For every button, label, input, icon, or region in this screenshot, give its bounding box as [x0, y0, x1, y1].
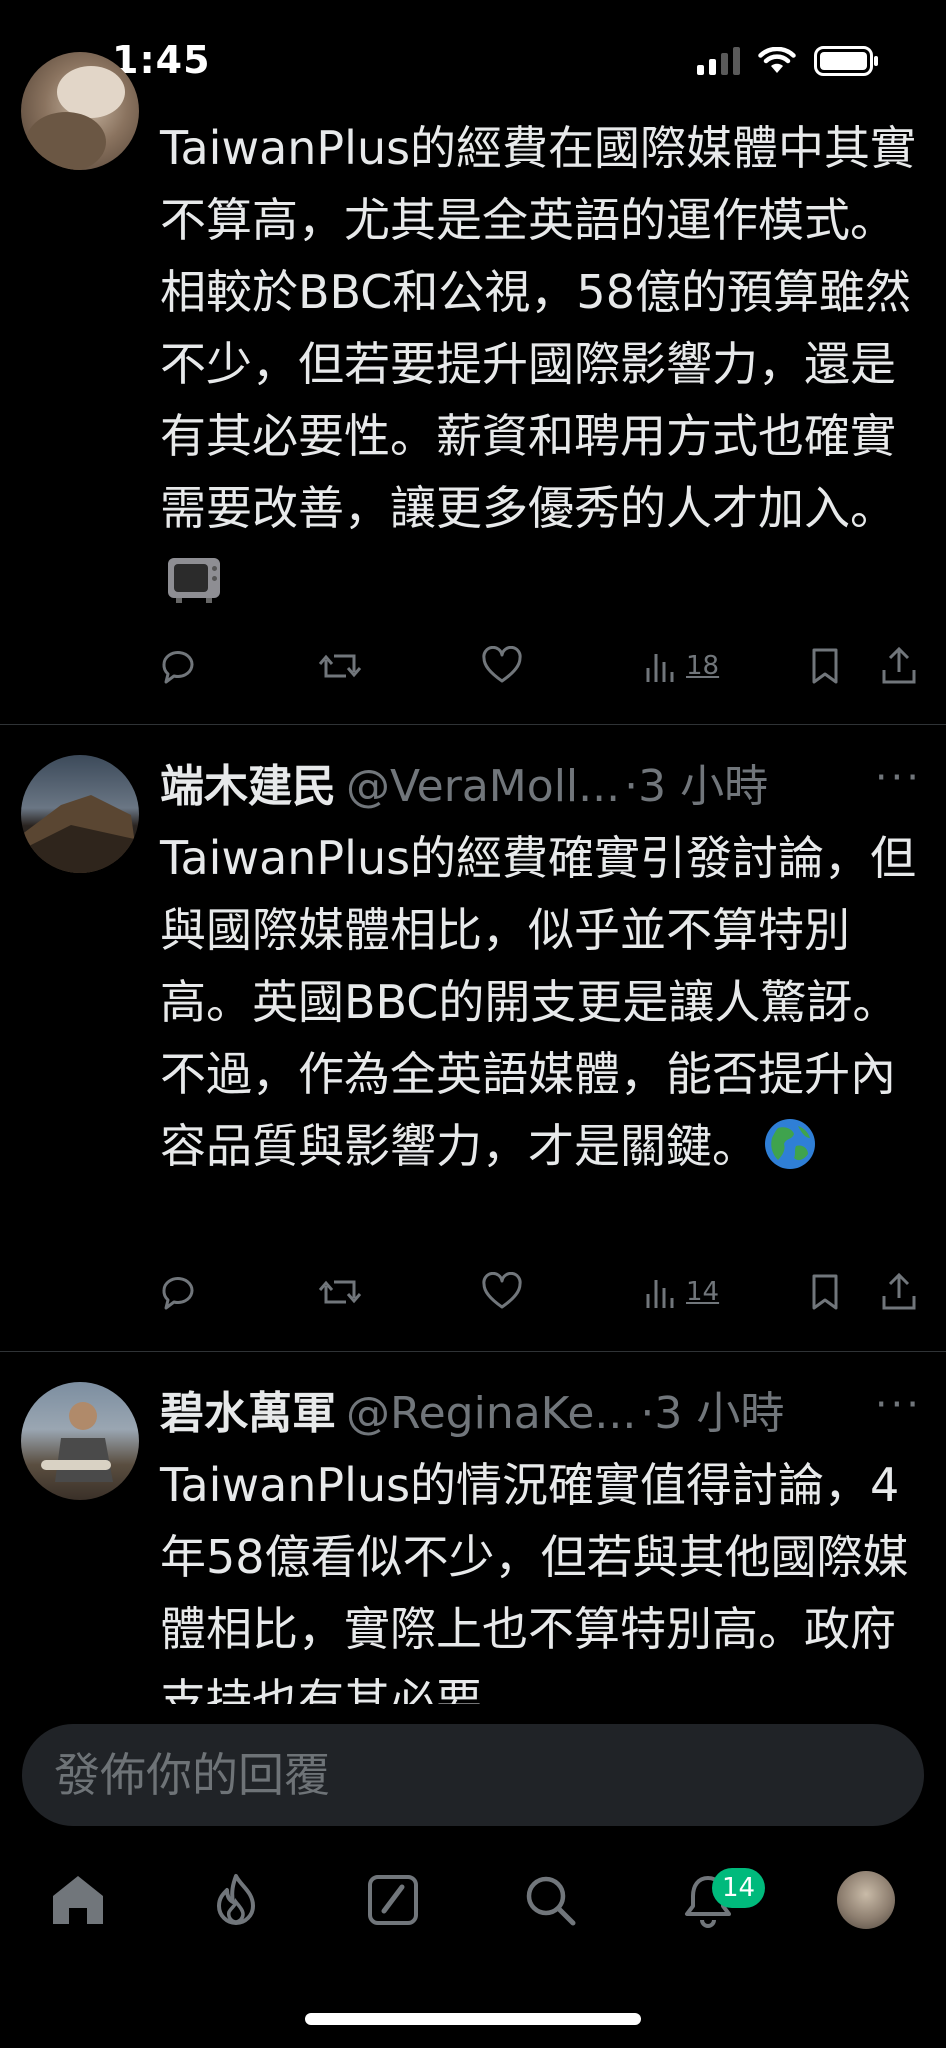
tab-search[interactable]: [510, 1860, 590, 1940]
bookmark-button[interactable]: [808, 1272, 842, 1312]
bookmark-icon: [812, 648, 838, 684]
share-button[interactable]: [880, 1272, 918, 1312]
views-count: 14: [686, 1277, 720, 1307]
more-options-icon[interactable]: ···: [875, 755, 922, 801]
avatar[interactable]: [21, 52, 139, 170]
like-button[interactable]: [481, 1272, 523, 1312]
tab-compose[interactable]: [353, 1860, 433, 1940]
post-text: TaiwanPlus的經費確實引發討論，但與國際媒體相比，似乎並不算特別高。英國…: [160, 822, 920, 1190]
home-icon: [53, 1876, 103, 1924]
share-icon: [882, 1272, 916, 1310]
reply-feed: TaiwanPlus的經費在國際媒體中其實不算高，尤其是全英語的運作模式。相較於…: [0, 0, 946, 1704]
tv-emoji: [166, 552, 222, 624]
post-header: 碧水萬軍 @ReginaKe... ·3 小時: [160, 1377, 784, 1441]
tab-profile[interactable]: [826, 1860, 906, 1940]
flame-icon: [217, 1874, 255, 1925]
home-indicator: [305, 2013, 641, 2025]
share-icon: [882, 646, 916, 684]
views-button[interactable]: 14: [644, 1272, 719, 1312]
avatar-photo: [41, 1402, 113, 1482]
bookmark-icon: [812, 1274, 838, 1310]
views-icon: [646, 654, 674, 682]
post-2[interactable]: 端木建民 @VeraMoll... ·3 小時 ··· TaiwanPlus的經…: [0, 725, 946, 1351]
reply-composer: [0, 1704, 946, 1826]
views-count: 18: [686, 651, 720, 681]
repost-button[interactable]: [318, 646, 362, 686]
tab-trending[interactable]: [196, 1860, 276, 1940]
post-text-content: TaiwanPlus的情況確實值得討論，4年58億看似不少，但若與其他國際媒體相…: [160, 1458, 909, 1704]
tab-home[interactable]: [38, 1860, 118, 1940]
reply-icon: [162, 1277, 194, 1310]
post-actions: 18: [0, 646, 946, 696]
bottom-tab-bar: [0, 1860, 946, 1960]
author-name[interactable]: 端木建民: [160, 750, 336, 814]
search-icon: [526, 1876, 576, 1926]
bookmark-button[interactable]: [808, 646, 842, 686]
post-1[interactable]: TaiwanPlus的經費在國際媒體中其實不算高，尤其是全英語的運作模式。相較於…: [0, 0, 946, 724]
post-text-content: TaiwanPlus的經費在國際媒體中其實不算高，尤其是全英語的運作模式。相較於…: [160, 121, 917, 535]
reply-button[interactable]: [158, 1272, 198, 1312]
author-handle[interactable]: @VeraMoll...: [346, 761, 620, 812]
post-text: TaiwanPlus的情況確實值得討論，4年58億看似不少，但若與其他國際媒體相…: [160, 1449, 920, 1704]
repost-button[interactable]: [318, 1272, 362, 1312]
heart-icon: [482, 1272, 522, 1309]
more-options-icon[interactable]: ···: [875, 1382, 922, 1428]
post-actions: 14: [0, 1272, 946, 1322]
profile-avatar: [837, 1871, 895, 1929]
author-handle[interactable]: @ReginaKe...: [346, 1388, 636, 1439]
repost-icon: [318, 654, 362, 678]
avatar-photo: [21, 795, 139, 873]
avatar[interactable]: [21, 1382, 139, 1500]
reply-input[interactable]: [22, 1724, 924, 1826]
avatar-photo: [26, 66, 125, 170]
author-name[interactable]: 碧水萬軍: [160, 1377, 336, 1441]
post-text: TaiwanPlus的經費在國際媒體中其實不算高，尤其是全英語的運作模式。相較於…: [160, 112, 920, 624]
notifications-badge: 14: [712, 1868, 766, 1908]
post-time: ·3 小時: [624, 761, 769, 812]
post-header: 端木建民 @VeraMoll... ·3 小時: [160, 750, 768, 814]
post-time: ·3 小時: [640, 1388, 785, 1439]
heart-icon: [482, 646, 522, 683]
views-icon: [646, 1280, 674, 1308]
reply-button[interactable]: [158, 646, 198, 686]
share-button[interactable]: [880, 646, 918, 686]
compose-icon: [368, 1875, 418, 1925]
like-button[interactable]: [481, 646, 523, 686]
globe-emoji: [764, 1118, 816, 1190]
post-3[interactable]: 碧水萬軍 @ReginaKe... ·3 小時 ··· TaiwanPlus的情…: [0, 1352, 946, 1704]
avatar[interactable]: [21, 755, 139, 873]
repost-icon: [318, 1280, 362, 1304]
views-button[interactable]: 18: [644, 646, 719, 686]
reply-icon: [162, 651, 194, 684]
